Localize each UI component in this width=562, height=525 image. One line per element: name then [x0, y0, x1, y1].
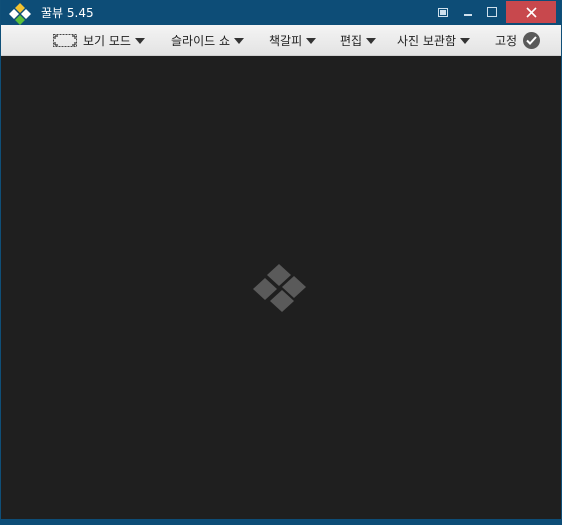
- edit-menu[interactable]: 편집: [340, 25, 377, 55]
- close-icon: [525, 6, 537, 18]
- bottom-border: [0, 519, 562, 525]
- minimize-icon: [464, 14, 472, 16]
- chevron-down-icon: [234, 38, 245, 44]
- view-mode-label: 보기 모드: [83, 33, 131, 48]
- window-snap-icon: [438, 7, 448, 17]
- slideshow-label: 슬라이드 쇼: [171, 33, 231, 48]
- photo-album-menu[interactable]: 사진 보관함: [397, 25, 471, 55]
- close-button[interactable]: [506, 1, 556, 23]
- placeholder-logo-icon: [253, 264, 306, 312]
- pin-label: 고정: [495, 33, 518, 48]
- pin-toggle[interactable]: 고정: [495, 25, 541, 55]
- maximize-icon: [487, 7, 497, 17]
- maximize-button[interactable]: [480, 0, 504, 24]
- fullscreen-icon: [53, 33, 77, 47]
- app-window: 꿀뷰 5.45 보기 모드 슬라이드 쇼 책갈피 편집 사진 보관함 고정: [0, 0, 562, 525]
- edit-label: 편집: [340, 33, 363, 48]
- chevron-down-icon: [134, 38, 145, 44]
- chevron-down-icon: [366, 38, 377, 44]
- minimize-button[interactable]: [456, 0, 480, 24]
- menu-bar: 보기 모드 슬라이드 쇼 책갈피 편집 사진 보관함 고정: [1, 25, 561, 56]
- title-bar[interactable]: 꿀뷰 5.45: [1, 0, 561, 25]
- slideshow-menu[interactable]: 슬라이드 쇼: [171, 25, 245, 55]
- bookmark-label: 책갈피: [269, 33, 303, 48]
- chevron-down-icon: [306, 38, 317, 44]
- photo-album-label: 사진 보관함: [397, 33, 457, 48]
- window-title: 꿀뷰 5.45: [41, 6, 94, 20]
- chevron-down-icon: [460, 38, 471, 44]
- view-mode-menu[interactable]: 보기 모드: [53, 25, 145, 55]
- image-viewer-area[interactable]: [1, 56, 561, 519]
- bookmark-menu[interactable]: 책갈피: [269, 25, 317, 55]
- check-icon: [523, 31, 541, 49]
- window-snap-button[interactable]: [431, 0, 455, 24]
